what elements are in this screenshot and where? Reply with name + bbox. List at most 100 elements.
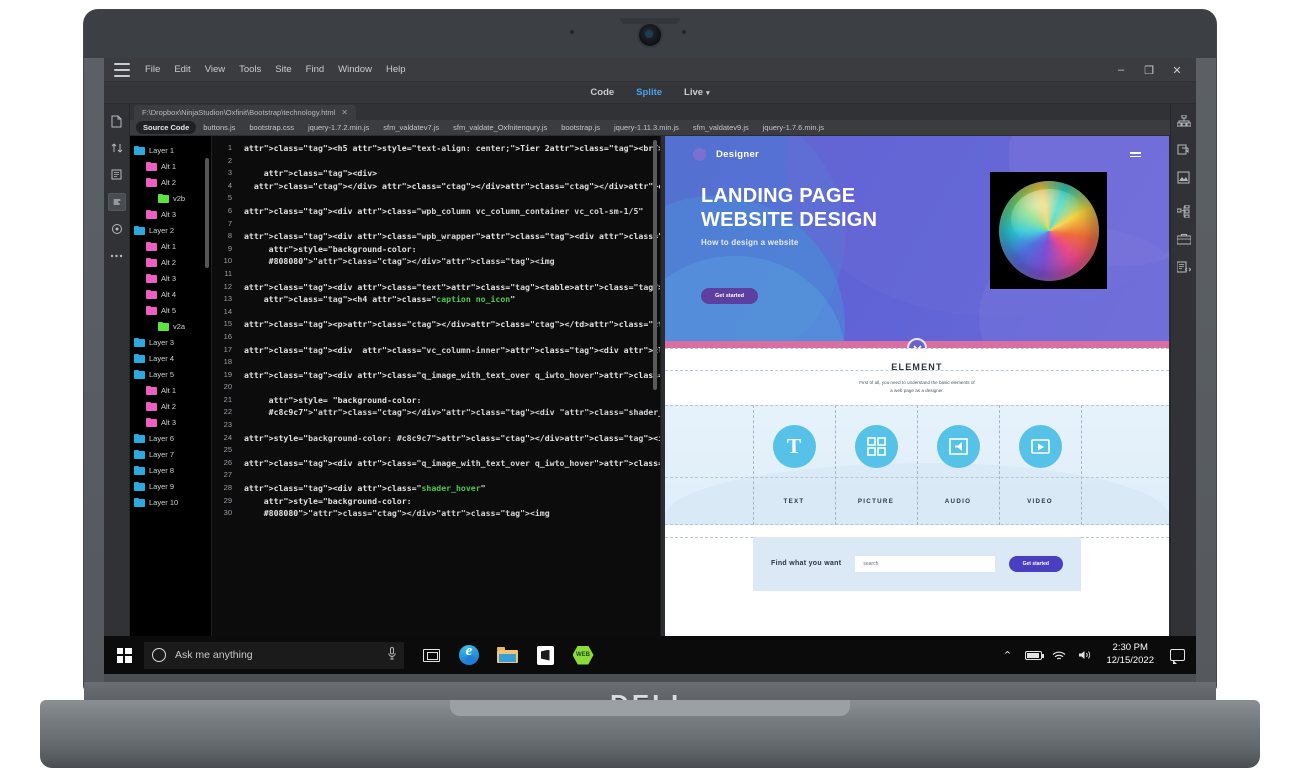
inspect-list-icon[interactable] [108,166,126,184]
related-file-chip[interactable]: bootstrap.css [242,121,301,134]
code-editor: 1 2 3 4 5 6 7 8 9 10 11 12 13 14 15 16 17 18 19 20 21 22 23 24 2… [212,136,660,682]
code-line: attr">class="tag"><div attr">class="q_im… [244,369,660,380]
menu-item-window[interactable]: Window [331,61,379,78]
restore-button[interactable]: ❐ [1136,60,1162,80]
related-file-chip[interactable]: jquery-1.7.6.min.js [756,121,831,134]
layer-item[interactable]: Layer 4 [134,350,211,366]
tab-splite[interactable]: Splite [636,87,662,98]
web-app-icon[interactable]: WEB [564,636,602,674]
menu-item-view[interactable]: View [198,61,232,78]
layer-item[interactable]: Alt 3 [146,270,211,286]
code-line: attr">style="background-color: [263,495,412,506]
taskbar-clock[interactable]: 2:30 PM 12/15/2022 [1098,642,1162,668]
tray-expand-chevron-icon[interactable]: ⌃ [994,636,1020,674]
tab-live[interactable]: Live ▾ [684,87,710,98]
code-text-area[interactable]: attr">class="tag"><h5 attr">style="text-… [236,136,660,682]
element-item-picture[interactable]: PICTURE [835,405,917,525]
find-get-started-button[interactable]: Get started [1008,555,1063,572]
hero-get-started-button[interactable]: Get started [701,288,759,304]
sort-arrows-icon[interactable] [108,139,126,157]
properties-icon[interactable] [107,193,126,211]
element-item-video[interactable]: VIDEO [999,405,1081,525]
layer-item[interactable]: Alt 2 [146,174,211,190]
image-asset-icon[interactable] [1175,168,1193,186]
search-input[interactable] [855,555,995,572]
sitemap-icon[interactable] [1175,112,1193,130]
battery-icon[interactable] [1020,636,1046,674]
wifi-icon[interactable] [1046,636,1072,674]
microphone-icon[interactable] [388,647,396,663]
related-file-chip[interactable]: sfm_valdatev7.js [376,121,446,134]
menu-item-edit[interactable]: Edit [167,61,197,78]
target-circle-icon[interactable] [108,220,126,238]
file-icon[interactable] [108,112,126,130]
code-line: attr">class="tag"><div attr">class="q_im… [244,457,660,468]
toolbox-icon[interactable] [1175,230,1193,248]
layer-item[interactable]: Alt 4 [146,286,211,302]
related-file-chip[interactable]: Source Code [136,121,197,134]
layer-item[interactable]: Layer 10 [134,494,211,510]
chevron-down-icon[interactable] [907,338,927,348]
layer-item[interactable]: Layer 5 [134,366,211,382]
notification-icon[interactable] [1162,636,1192,674]
close-icon[interactable]: ✕ [341,108,348,117]
layer-item[interactable]: Layer 6 [134,430,211,446]
related-file-chip[interactable]: jquery-1.11.3.min.js [607,121,686,134]
dom-tree-icon[interactable] [1175,202,1193,220]
layer-item[interactable]: Alt 5 [146,302,211,318]
element-item-audio[interactable]: AUDIO [917,405,999,525]
layer-item[interactable]: v2b [158,190,211,206]
layers-scrollbar[interactable] [205,158,209,268]
hamburger-icon[interactable] [114,62,130,77]
related-file-chip[interactable]: sfm_valdate_Oxfnitenqury.js [446,121,554,134]
store-icon[interactable] [526,636,564,674]
task-view-icon[interactable] [412,636,450,674]
edge-icon[interactable] [450,636,488,674]
windows-start-icon[interactable] [104,636,144,674]
folder-icon [146,385,157,395]
volume-icon[interactable] [1072,636,1098,674]
layer-item[interactable]: Layer 7 [134,446,211,462]
menu-item-site[interactable]: Site [268,61,298,78]
menu-item-find[interactable]: Find [299,61,331,78]
minimize-button[interactable]: – [1108,60,1134,80]
layer-item[interactable]: Alt 1 [146,238,211,254]
line-number: 21 [223,394,232,404]
menu-item-tools[interactable]: Tools [232,61,268,78]
more-dots-icon[interactable] [108,247,126,265]
layer-item[interactable]: Alt 3 [146,414,211,430]
element-item-text[interactable]: T TEXT [753,405,835,525]
layer-item[interactable]: v2a [158,318,211,334]
layer-item[interactable]: Layer 2 [134,222,211,238]
layer-item[interactable]: Alt 1 [146,382,211,398]
code-scrollbar[interactable] [653,140,657,390]
related-file-chip[interactable]: sfm_valdatev9.js [686,121,756,134]
code-snippet-icon[interactable] [1175,258,1193,276]
layer-item[interactable]: Layer 9 [134,478,211,494]
menu-item-file[interactable]: File [138,61,167,78]
search-input[interactable]: Ask me anything [144,641,404,669]
folder-icon [146,161,157,171]
layer-label: Layer 9 [149,481,175,491]
related-file-chip[interactable]: buttons.js [196,121,242,134]
code-line: attr">class="tag"><div attr">class="wpb_… [244,231,660,242]
layer-item[interactable]: Layer 1 [134,142,211,158]
folder-icon [146,305,157,315]
layer-item[interactable]: Alt 3 [146,206,211,222]
file-explorer-icon[interactable] [488,636,526,674]
tab-code[interactable]: Code [590,87,614,98]
layer-item[interactable]: Alt 2 [146,254,211,270]
layer-item[interactable]: Layer 3 [134,334,211,350]
hamburger-icon[interactable] [1130,151,1141,158]
menu-item-help[interactable]: Help [379,61,413,78]
related-file-chip[interactable]: bootstrap.js [554,121,607,134]
layer-item[interactable]: Layer 8 [134,462,211,478]
related-file-chip[interactable]: jquery-1.7.2.min.js [301,121,376,134]
insert-snippet-icon[interactable] [1175,140,1193,158]
layer-item[interactable]: Alt 2 [146,398,211,414]
close-button[interactable]: ✕ [1164,60,1190,80]
layer-item[interactable]: Alt 1 [146,158,211,174]
document-tab[interactable]: F:\Dropbox\NinjaStudion\Oxfinit\Bootstra… [134,105,356,120]
folder-icon [146,417,157,427]
